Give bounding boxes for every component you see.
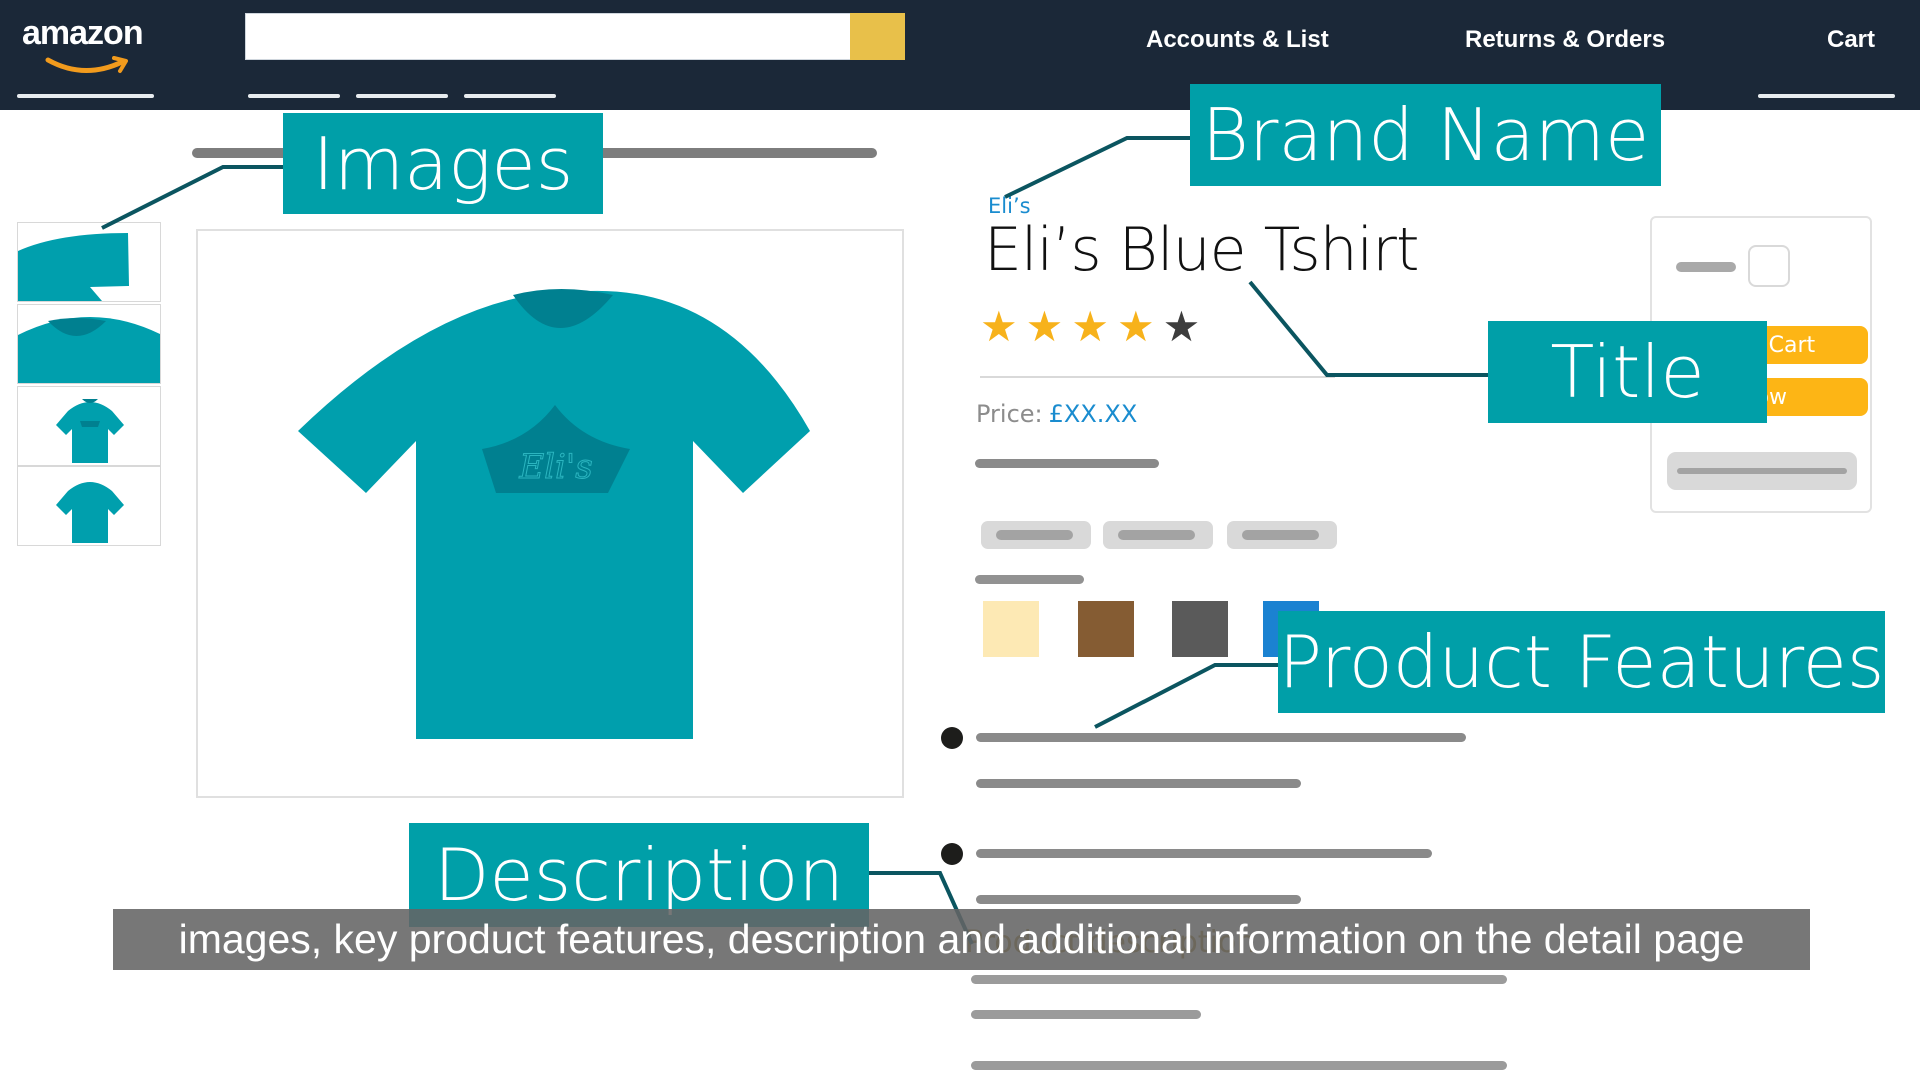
- nav-placeholder-bar: [248, 94, 340, 98]
- feature-line: [976, 895, 1301, 904]
- star-filled-icon: ★: [980, 302, 1018, 351]
- price-row: Price: £XX.XX: [976, 400, 1137, 428]
- color-swatch[interactable]: [1172, 601, 1228, 657]
- thumbnail-2[interactable]: [17, 304, 161, 384]
- search-input[interactable]: [245, 13, 905, 60]
- secondary-button[interactable]: [1667, 452, 1857, 490]
- quantity-label-placeholder: [1676, 262, 1736, 272]
- amazon-logo[interactable]: amazon: [22, 14, 162, 74]
- bullet-icon: [941, 843, 963, 865]
- color-swatch[interactable]: [1078, 601, 1134, 657]
- feature-line: [976, 733, 1466, 742]
- thumbnail-1[interactable]: [17, 222, 161, 302]
- feature-line: [976, 779, 1301, 788]
- search-button[interactable]: [850, 13, 905, 60]
- star-filled-icon: ★: [1071, 302, 1109, 351]
- video-subtitle: images, key product features, descriptio…: [113, 909, 1810, 970]
- thumbnail-3[interactable]: [17, 386, 161, 466]
- price-value: £XX.XX: [1048, 400, 1138, 428]
- nav-placeholder-bar: [356, 94, 448, 98]
- main-product-image[interactable]: Eli's: [196, 229, 904, 798]
- size-option-3[interactable]: [1227, 521, 1337, 549]
- description-line: [971, 975, 1507, 984]
- star-empty-icon: ★: [1162, 302, 1201, 351]
- callout-images: Images: [283, 113, 603, 214]
- text-placeholder-bar: [975, 459, 1159, 468]
- color-swatch[interactable]: [983, 601, 1039, 657]
- nav-accounts-lists[interactable]: Accounts & List: [1146, 26, 1329, 54]
- shirt-print-text: Eli's: [518, 447, 592, 487]
- tshirt-back-icon: [56, 482, 124, 543]
- logo-text: amazon: [22, 14, 144, 52]
- size-option-2[interactable]: [1103, 521, 1213, 549]
- star-filled-icon: ★: [1116, 302, 1155, 351]
- smile-arrow-icon: [45, 56, 128, 73]
- connector-images: [101, 165, 300, 230]
- star-filled-icon: ★: [1025, 302, 1064, 351]
- description-line: [971, 1061, 1507, 1070]
- bullet-icon: [941, 727, 963, 749]
- color-label-placeholder: [975, 575, 1084, 584]
- tshirt-front-icon: [56, 399, 124, 463]
- nav-cart[interactable]: Cart: [1827, 26, 1875, 54]
- quantity-box[interactable]: [1748, 245, 1790, 287]
- description-line: [971, 1010, 1201, 1019]
- star-rating[interactable]: ★ ★ ★ ★ ★: [980, 306, 1200, 348]
- price-label: Price:: [976, 400, 1043, 428]
- product-title: Eli’s Blue Tshirt: [984, 215, 1419, 285]
- callout-product-features: Product Features: [1278, 611, 1885, 713]
- divider: [980, 376, 1335, 378]
- connector-title: [1248, 280, 1490, 377]
- feature-line: [976, 849, 1432, 858]
- callout-title: Title: [1488, 321, 1767, 423]
- nav-placeholder-bar: [17, 94, 154, 98]
- size-option-1[interactable]: [981, 521, 1091, 549]
- connector-brand: [1004, 136, 1200, 199]
- nav-returns-orders[interactable]: Returns & Orders: [1465, 26, 1665, 54]
- tshirt-illustration: Eli's: [298, 289, 810, 739]
- thumbnail-4[interactable]: [17, 466, 161, 546]
- connector-features: [1094, 663, 1300, 729]
- tshirt-collar-closeup-icon: [18, 317, 160, 383]
- nav-placeholder-bar: [1758, 94, 1895, 98]
- nav-placeholder-bar: [464, 94, 556, 98]
- tshirt-sleeve-closeup-icon: [18, 233, 129, 301]
- callout-brand-name: Brand Name: [1190, 84, 1661, 186]
